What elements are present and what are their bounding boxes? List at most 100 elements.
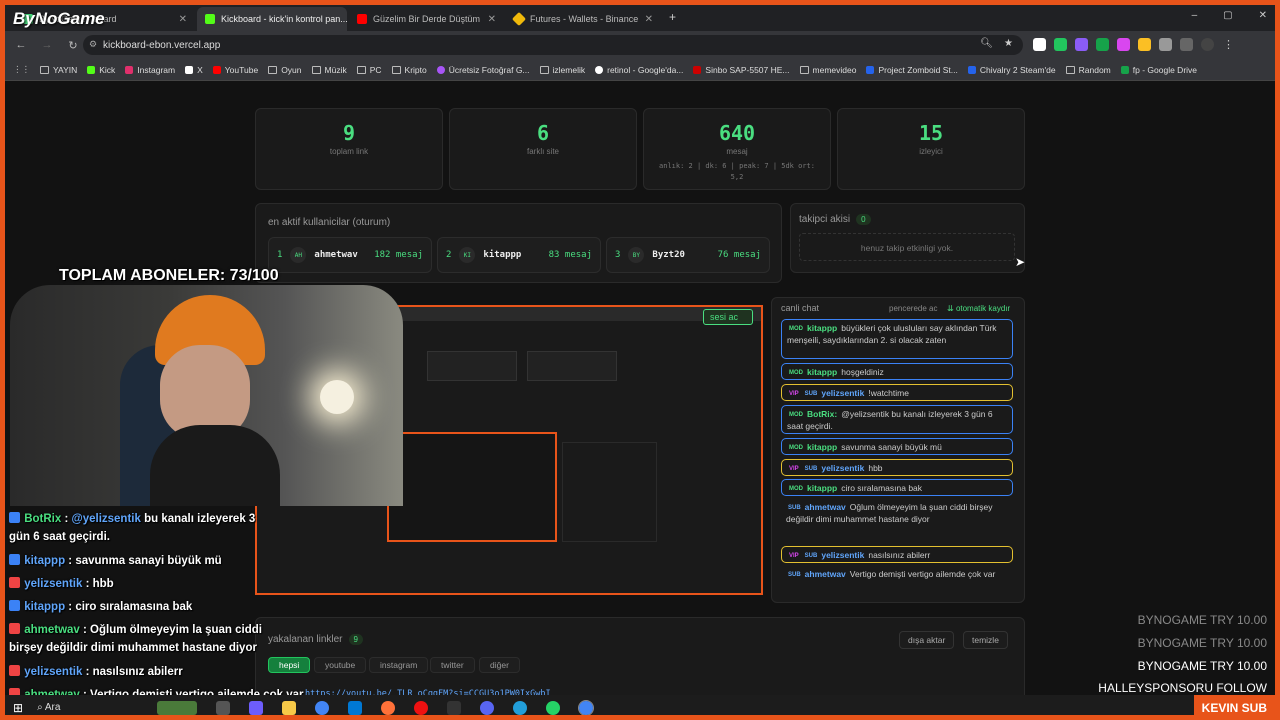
bookmark[interactable]: YAYIN xyxy=(40,65,77,75)
event-ticker: HALLEYSPONSORU FOLLOW xyxy=(1098,681,1267,695)
tab-kickboard[interactable]: Kickboard - kick'in kontrol pan...✕ xyxy=(197,7,347,31)
bookmarks-bar: ⋮⋮ YAYIN Kick Instagram X YouTube Oyun M… xyxy=(5,59,1275,81)
chat-message: SUB ahmetwav Oğlum ölmeyeyim la şuan ciddi… xyxy=(786,502,993,524)
zoom-icon[interactable]: 🔍︎ xyxy=(980,38,993,49)
bookmark[interactable]: Random xyxy=(1065,65,1111,75)
user-row[interactable]: 1 AH ahmetwav 182 mesaj xyxy=(268,237,432,273)
bookmark[interactable]: Oyun xyxy=(268,65,302,75)
bookmark[interactable]: izlemelik xyxy=(539,65,585,75)
webcam-overlay xyxy=(10,285,403,506)
close-window-button[interactable]: ✕ xyxy=(1259,10,1267,21)
discord-icon[interactable] xyxy=(480,700,495,715)
bookmark[interactable]: Kripto xyxy=(391,65,427,75)
telegram-icon[interactable] xyxy=(513,700,528,715)
close-icon[interactable]: ✕ xyxy=(179,14,187,25)
section-title: yakalanan linkler 9 xyxy=(268,634,363,645)
bookmark[interactable]: fp - Google Drive xyxy=(1120,65,1197,75)
taskbar-search[interactable]: ⌕ Ara xyxy=(37,702,157,713)
new-tab-button[interactable]: + xyxy=(669,10,676,24)
bookmark[interactable]: Chivalry 2 Steam'de xyxy=(967,65,1056,75)
filter-all[interactable]: hepsi xyxy=(268,657,311,673)
url-bar[interactable]: ⚙ kickboard-ebon.vercel.app 🔍︎ ★ xyxy=(83,35,1023,55)
sub-icon xyxy=(9,623,20,634)
bookmark[interactable]: Project Zomboid St... xyxy=(866,65,958,75)
filter-instagram[interactable]: instagram xyxy=(369,657,429,673)
close-icon[interactable]: ✕ xyxy=(488,14,496,25)
bookmark[interactable]: Müzik xyxy=(311,65,347,75)
site-info-icon[interactable]: ⚙ xyxy=(89,39,97,50)
chrome-icon[interactable] xyxy=(578,699,595,715)
folder-icon[interactable] xyxy=(282,700,297,715)
forward-icon[interactable]: → xyxy=(37,39,57,51)
windows-start-icon[interactable]: ⊞ xyxy=(13,701,23,715)
bookmark[interactable]: Kick xyxy=(87,65,115,75)
mod-icon xyxy=(9,600,20,611)
firefox-icon[interactable] xyxy=(381,700,396,715)
copilot-icon[interactable] xyxy=(249,700,264,715)
filter-youtube[interactable]: youtube xyxy=(314,657,367,673)
clear-button[interactable]: temizle xyxy=(963,631,1008,649)
bookmark[interactable]: X xyxy=(185,65,203,75)
menu-icon[interactable]: ⋮ xyxy=(1222,38,1235,51)
instagram-icon xyxy=(125,65,134,74)
maximize-button[interactable]: ▢ xyxy=(1223,10,1232,21)
folder-icon xyxy=(539,65,549,74)
section-title: en aktif kullanicilar (oturum) xyxy=(268,217,391,228)
folder-icon xyxy=(1065,65,1075,74)
popout-button[interactable]: pencerede ac xyxy=(889,304,937,313)
autoscroll-toggle[interactable]: ⇊ otomatik kaydır xyxy=(947,304,1010,313)
mod-icon xyxy=(9,554,20,565)
bookmark[interactable]: Instagram xyxy=(125,65,175,75)
bookmark[interactable]: retinol - Google'da... xyxy=(595,65,683,75)
chat-message: MOD kitappp savunma sanayi büyük mü xyxy=(781,438,1013,455)
tab-youtube[interactable]: Güzelim Bir Derde Düştüm ✕ xyxy=(349,7,504,31)
avatar: AH xyxy=(290,247,307,263)
stat-card: 640 mesaj anlık: 2 | dk: 6 | peak: 7 | 5… xyxy=(643,108,831,190)
count-badge: 0 xyxy=(856,214,871,225)
user-row[interactable]: 2 KI kitappp 83 mesaj xyxy=(437,237,601,273)
extension-icon[interactable] xyxy=(1075,38,1088,51)
filter-other[interactable]: diğer xyxy=(479,657,520,673)
empty-state: henuz takip etkinligi yok. xyxy=(799,233,1015,261)
task-view-icon[interactable] xyxy=(216,700,231,715)
bookmark[interactable]: YouTube xyxy=(212,65,258,75)
whatsapp-icon[interactable] xyxy=(546,700,561,715)
export-button[interactable]: dışa aktar xyxy=(899,631,955,649)
close-icon[interactable]: ✕ xyxy=(645,14,653,25)
extension-icon[interactable] xyxy=(1054,38,1067,51)
media-icon[interactable] xyxy=(1180,38,1193,51)
puzzle-icon[interactable] xyxy=(1159,38,1172,51)
event-ticker: BYNOGAME TRY 10.00 xyxy=(1137,659,1267,673)
opera-icon[interactable] xyxy=(414,700,429,715)
filter-twitter[interactable]: twitter xyxy=(430,657,475,673)
bookmark[interactable]: Ücretsiz Fotoğraf G... xyxy=(436,65,530,75)
kick-icon xyxy=(87,65,96,74)
address-bar-row: ← → ↻ ⚙ kickboard-ebon.vercel.app 🔍︎ ★ ⋮ xyxy=(5,31,1275,59)
bookmark[interactable]: Sinbo SAP-5507 HE... xyxy=(693,65,790,75)
app-icon[interactable] xyxy=(447,700,462,715)
avatar[interactable] xyxy=(1201,38,1214,51)
user-row[interactable]: 3 BY Byzt20 76 mesaj xyxy=(606,237,770,273)
mail-icon[interactable] xyxy=(348,700,363,715)
youtube-icon xyxy=(357,14,367,24)
reload-icon[interactable]: ↻ xyxy=(63,39,83,52)
extension-icon[interactable] xyxy=(1117,38,1130,51)
bookmark-star-icon[interactable]: ★ xyxy=(1004,38,1013,49)
tab-binance[interactable]: Futures - Wallets - Binance ✕ xyxy=(506,7,661,31)
shield-icon[interactable] xyxy=(1096,38,1109,51)
extensions: ⋮ xyxy=(1033,38,1235,51)
extension-icon[interactable] xyxy=(1033,38,1046,51)
back-icon[interactable]: ← xyxy=(11,39,31,51)
count-badge: 9 xyxy=(348,634,363,645)
widget-icon[interactable] xyxy=(157,700,198,715)
bookmark[interactable]: PC xyxy=(356,65,382,75)
overlay-chat-message: kitappp : ciro sıralamasına bak xyxy=(9,598,192,616)
sound-button[interactable]: sesi ac xyxy=(703,309,753,325)
minimize-button[interactable]: – xyxy=(1192,10,1198,21)
vip-icon xyxy=(9,577,20,588)
event-ticker: BYNOGAME TRY 10.00 xyxy=(1137,636,1267,650)
apps-icon[interactable]: ⋮⋮ xyxy=(13,64,30,75)
chrome-icon[interactable] xyxy=(315,700,330,715)
bookmark[interactable]: memevideo xyxy=(799,65,856,75)
extension-icon[interactable] xyxy=(1138,38,1151,51)
